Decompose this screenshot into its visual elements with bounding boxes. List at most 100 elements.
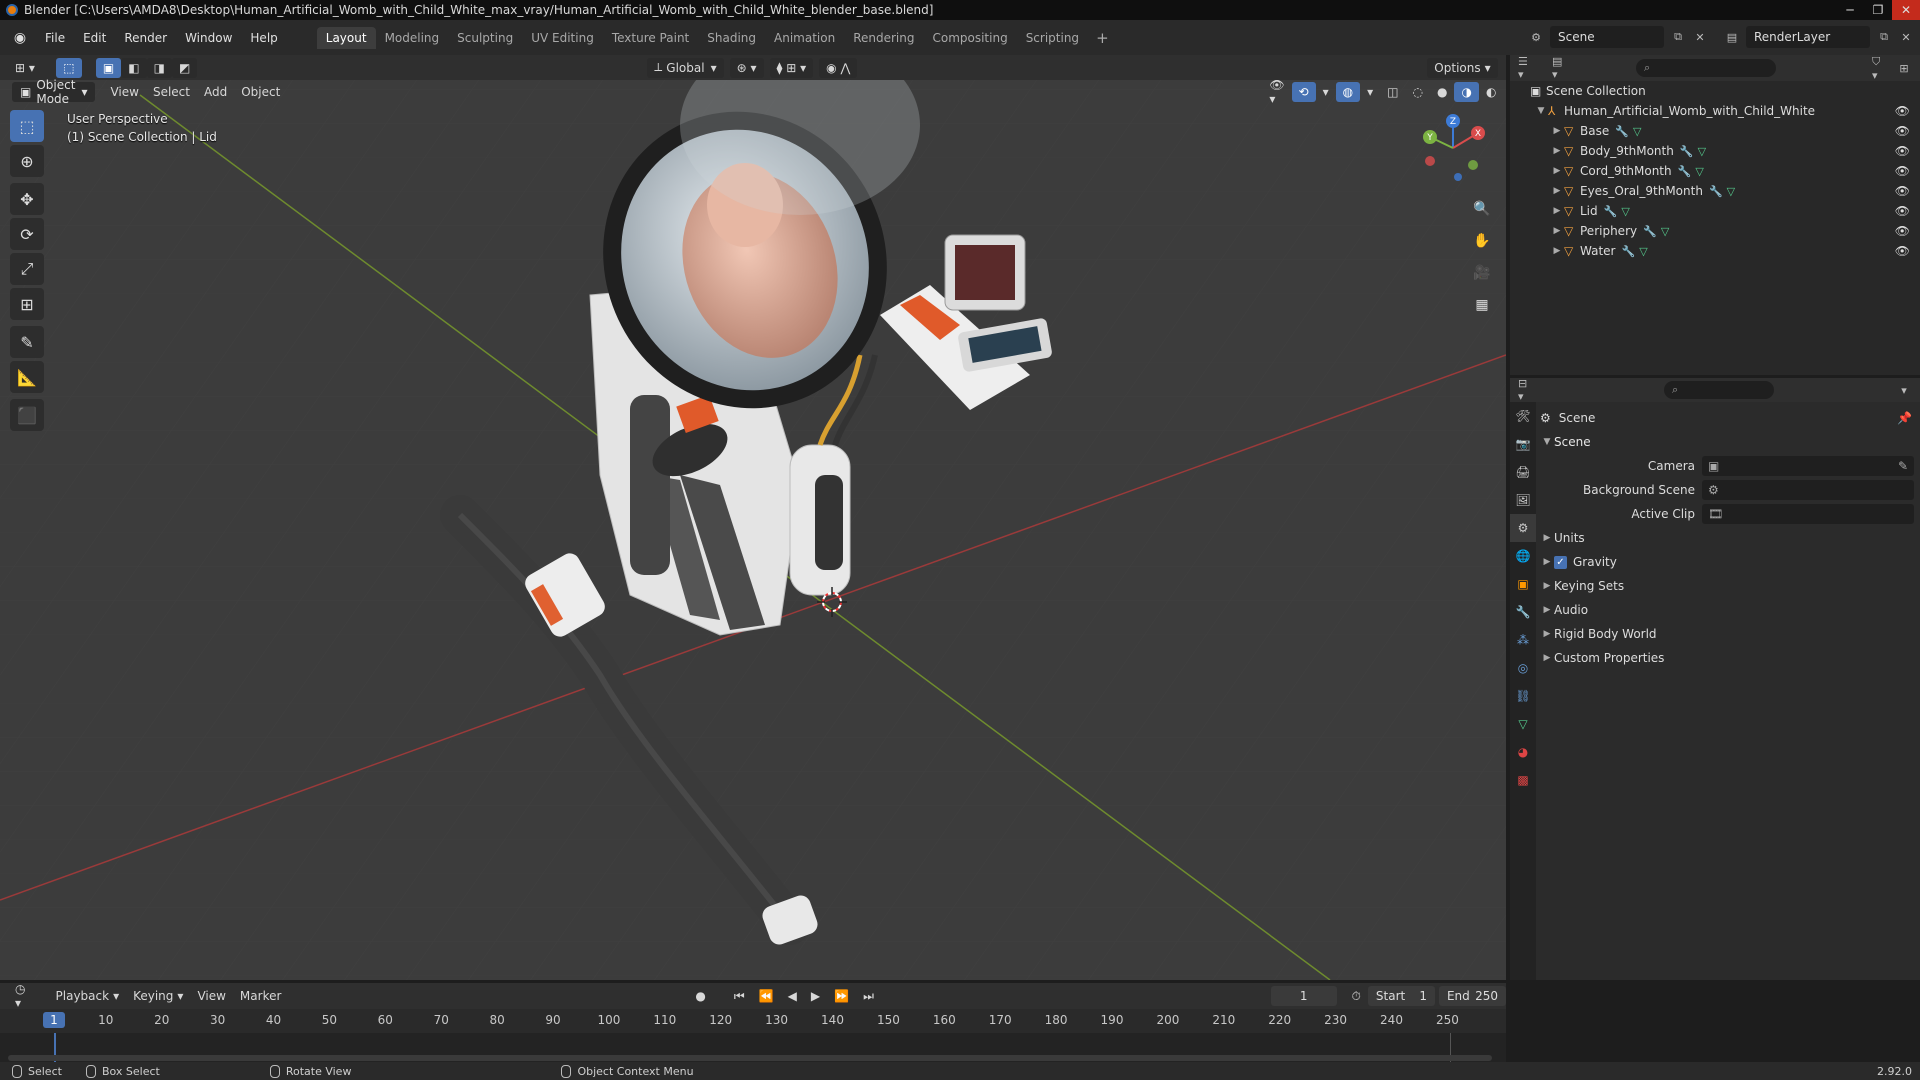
display-mode-icon[interactable]: ▤ ▾ [1552, 55, 1568, 81]
expand-right-icon[interactable]: ▶ [1550, 206, 1564, 216]
tab-uv-editing[interactable]: UV Editing [522, 27, 603, 49]
tool-tab-icon[interactable]: 🛠 [1510, 402, 1536, 430]
object-tab-icon[interactable]: ▣ [1510, 570, 1536, 598]
mesh-data-icon[interactable]: ▽ [1621, 205, 1629, 218]
tab-shading[interactable]: Shading [698, 27, 765, 49]
start-frame-field[interactable]: Start 1 [1367, 986, 1435, 1006]
outliner-scene-collection[interactable]: ▣ Scene Collection [1510, 81, 1920, 101]
visibility-icon[interactable]: 👁 ▾ [1262, 78, 1291, 106]
mesh-data-icon[interactable]: ▽ [1633, 125, 1641, 138]
modifier-icon[interactable]: 🔧 [1615, 125, 1629, 138]
view-layer-tab-icon[interactable]: 🖼 [1510, 486, 1536, 514]
active-clip-field[interactable]: 🎞 [1702, 504, 1914, 524]
outliner-search-input[interactable]: ⌕ [1636, 59, 1776, 77]
menu-add[interactable]: Add [197, 82, 234, 102]
modifier-icon[interactable]: 🔧 [1621, 245, 1635, 258]
scale-tool-icon[interactable]: ⤢ [10, 253, 44, 285]
xray-icon[interactable]: ◫ [1380, 82, 1405, 102]
timeline-ruler[interactable]: 1 10 20 30 40 50 60 70 80 90 100 110 120 130 140 150 160… [0, 1009, 1506, 1033]
visibility-eye-icon[interactable]: 👁 [1895, 144, 1910, 158]
menu-render[interactable]: Render [115, 31, 176, 45]
menu-object[interactable]: Object [234, 82, 287, 102]
transform-tool-icon[interactable]: ⊞ [10, 288, 44, 320]
material-tab-icon[interactable]: ◕ [1510, 738, 1536, 766]
jump-keyframe-back-icon[interactable]: ⏪ [752, 986, 781, 1006]
visibility-eye-icon[interactable]: 👁 [1895, 204, 1910, 218]
view-layer-name-field[interactable]: RenderLayer [1746, 26, 1870, 48]
scene-tab-icon[interactable]: ⚙ [1510, 514, 1536, 542]
shading-material-icon[interactable]: ◑ [1454, 82, 1479, 102]
3d-viewport[interactable]: ⊞ ▾ ⬚ ▣ ◧ ◨ ◩ ⟂ Global ▾ ⊛ ▾ ⧫ ⊞ ▾ ◉ ⋀ O… [0, 55, 1506, 980]
outliner-item-periphery[interactable]: ▶ ▽ Periphery 🔧 ▽ 👁 [1510, 221, 1920, 241]
gravity-checkbox[interactable]: ✓ [1554, 555, 1567, 569]
modifier-icon[interactable]: 🔧 [1678, 165, 1692, 178]
timeline-view-menu[interactable]: View [190, 986, 232, 1006]
scene-icon[interactable]: ⚙ [1528, 29, 1544, 45]
particles-tab-icon[interactable]: ⁂ [1510, 626, 1536, 654]
camera-view-icon[interactable]: 🎥 [1468, 259, 1496, 287]
tab-compositing[interactable]: Compositing [923, 27, 1016, 49]
overlay-dropdown-icon[interactable]: ▾ [1360, 82, 1380, 102]
modifier-tab-icon[interactable]: 🔧 [1510, 598, 1536, 626]
jump-end-icon[interactable]: ⏭ [856, 986, 881, 1006]
filter-icon[interactable]: ⛉ ▾ [1872, 55, 1888, 82]
menu-edit[interactable]: Edit [74, 31, 115, 45]
new-scene-icon[interactable]: ⧉ [1670, 29, 1686, 45]
mesh-data-icon[interactable]: ▽ [1639, 245, 1647, 258]
gizmo-toggle-icon[interactable]: ⟲ [1291, 82, 1316, 102]
delete-scene-icon[interactable]: ✕ [1692, 29, 1708, 45]
menu-view[interactable]: View [103, 82, 145, 102]
background-scene-field[interactable]: ⚙ [1702, 480, 1914, 500]
units-panel[interactable]: ▶ Units [1540, 526, 1920, 550]
playback-menu[interactable]: Playback ▾ [49, 986, 127, 1006]
scene-name-field[interactable]: Scene [1550, 26, 1664, 48]
tab-sculpting[interactable]: Sculpting [448, 27, 522, 49]
chevron-down-icon[interactable]: ▾ [1896, 382, 1912, 398]
tab-layout[interactable]: Layout [316, 26, 376, 49]
modifier-icon[interactable]: 🔧 [1604, 205, 1618, 218]
render-tab-icon[interactable]: 📷 [1510, 430, 1536, 458]
tab-animation[interactable]: Animation [765, 27, 844, 49]
tab-rendering[interactable]: Rendering [844, 27, 923, 49]
menu-window[interactable]: Window [176, 31, 241, 45]
new-view-layer-icon[interactable]: ⧉ [1876, 29, 1892, 45]
shading-rendered-icon[interactable]: ◐ [1479, 82, 1503, 102]
output-tab-icon[interactable]: 🖨 [1510, 458, 1536, 486]
properties-editor-type-icon[interactable]: ⊟ ▾ [1518, 377, 1534, 403]
outliner-item-base[interactable]: ▶ ▽ Base 🔧 ▽ 👁 [1510, 121, 1920, 141]
pan-hand-icon[interactable]: ✋ [1468, 227, 1496, 255]
play-reverse-icon[interactable]: ◀ [781, 986, 804, 1006]
rotate-tool-icon[interactable]: ⟳ [10, 218, 44, 250]
outliner-editor-type-icon[interactable]: ☰ ▾ [1518, 55, 1534, 81]
data-tab-icon[interactable]: ▽ [1510, 710, 1536, 738]
expand-right-icon[interactable]: ▶ [1550, 146, 1564, 156]
pivot-point-icon[interactable]: ⊛ ▾ [729, 57, 764, 78]
timeline-editor-type-icon[interactable]: ◷ ▾ [8, 982, 41, 1010]
move-tool-icon[interactable]: ✥ [10, 183, 44, 215]
outliner-item-lid[interactable]: ▶ ▽ Lid 🔧 ▽ 👁 [1510, 201, 1920, 221]
outliner-item-body[interactable]: ▶ ▽ Body_9thMonth 🔧 ▽ 👁 [1510, 141, 1920, 161]
keying-sets-panel[interactable]: ▶ Keying Sets [1540, 574, 1920, 598]
jump-keyframe-forward-icon[interactable]: ⏩ [827, 986, 856, 1006]
expand-right-icon[interactable]: ▶ [1550, 166, 1564, 176]
constraints-tab-icon[interactable]: ⛓ [1510, 682, 1536, 710]
properties-search-input[interactable]: ⌕ [1664, 381, 1774, 399]
expand-right-icon[interactable]: ▶ [1550, 186, 1564, 196]
shading-solid-icon[interactable]: ● [1430, 82, 1454, 102]
visibility-eye-icon[interactable]: 👁 [1895, 224, 1910, 238]
modifier-icon[interactable]: 🔧 [1680, 145, 1694, 158]
outliner-item-cord[interactable]: ▶ ▽ Cord_9thMonth 🔧 ▽ 👁 [1510, 161, 1920, 181]
menu-help[interactable]: Help [241, 31, 286, 45]
maximize-button[interactable]: ❐ [1864, 0, 1892, 20]
options-dropdown[interactable]: Options ▾ [1427, 57, 1498, 78]
snap-icon[interactable]: ⧫ ⊞ ▾ [769, 57, 814, 78]
add-workspace-button[interactable]: + [1088, 29, 1117, 47]
perspective-toggle-icon[interactable]: ▦ [1468, 291, 1496, 319]
audio-panel[interactable]: ▶ Audio [1540, 598, 1920, 622]
preview-range-icon[interactable]: ⏱ [1345, 986, 1368, 1006]
mesh-data-icon[interactable]: ▽ [1695, 165, 1703, 178]
outliner-item-eyes[interactable]: ▶ ▽ Eyes_Oral_9thMonth 🔧 ▽ 👁 [1510, 181, 1920, 201]
mesh-data-icon[interactable]: ▽ [1698, 145, 1706, 158]
select-mode-subtract-icon[interactable]: ◨ [146, 57, 172, 78]
pin-icon[interactable]: 📌 [1897, 411, 1912, 425]
